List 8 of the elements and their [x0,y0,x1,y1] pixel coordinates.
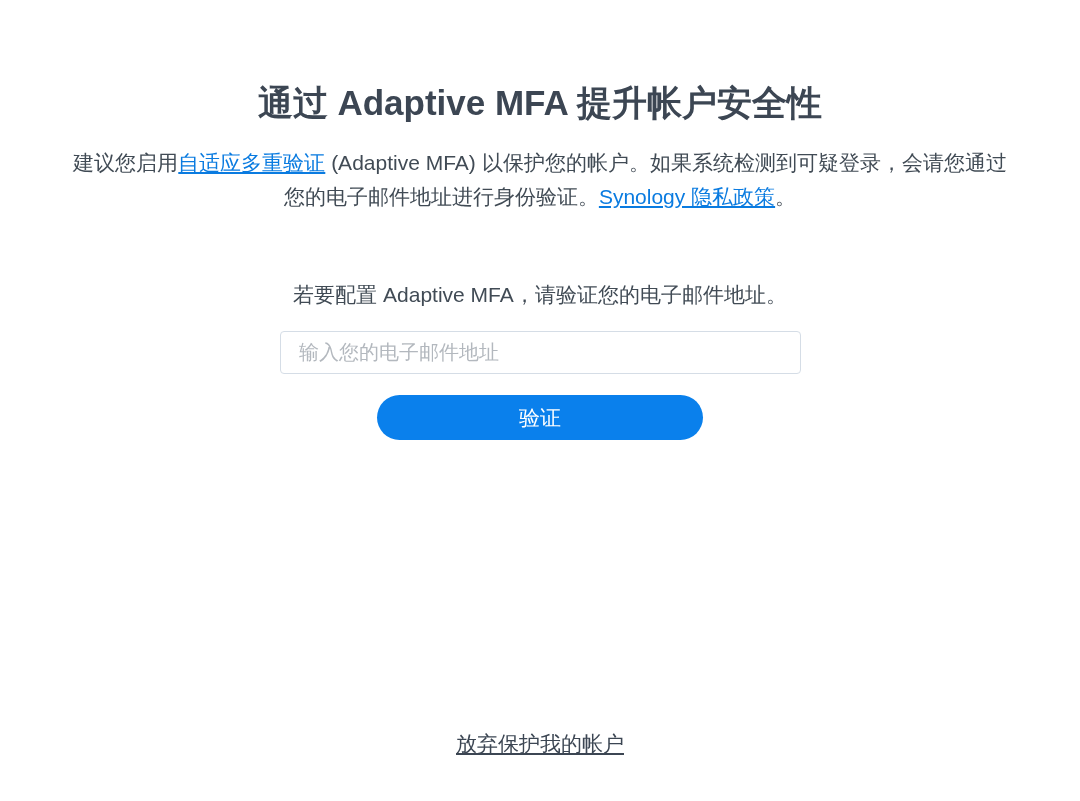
intro-paragraph: 建议您启用 自适应多重验证 (Adaptive MFA) 以保护您的帐户。如果系统检测到可疑登录，会请您通过您的电子邮件地址进行身份验证。Synology 隐私政策。 [72,150,1008,210]
text-link[interactable]: 自适应多重验证 [178,151,326,174]
verify-button[interactable]: 验证 [377,395,703,440]
text-link[interactable]: Synology 隐私政策 [598,185,776,208]
instruction-text: 若要配置 Adaptive MFA，请验证您的电子邮件地址。 [293,282,787,308]
skip-protection-link[interactable]: 放弃保护我的帐户 [456,731,624,757]
page-title: 通过 Adaptive MFA 提升帐户安全性 [257,83,823,123]
email-input-field[interactable]: 输入您的电子邮件地址 [279,331,801,374]
